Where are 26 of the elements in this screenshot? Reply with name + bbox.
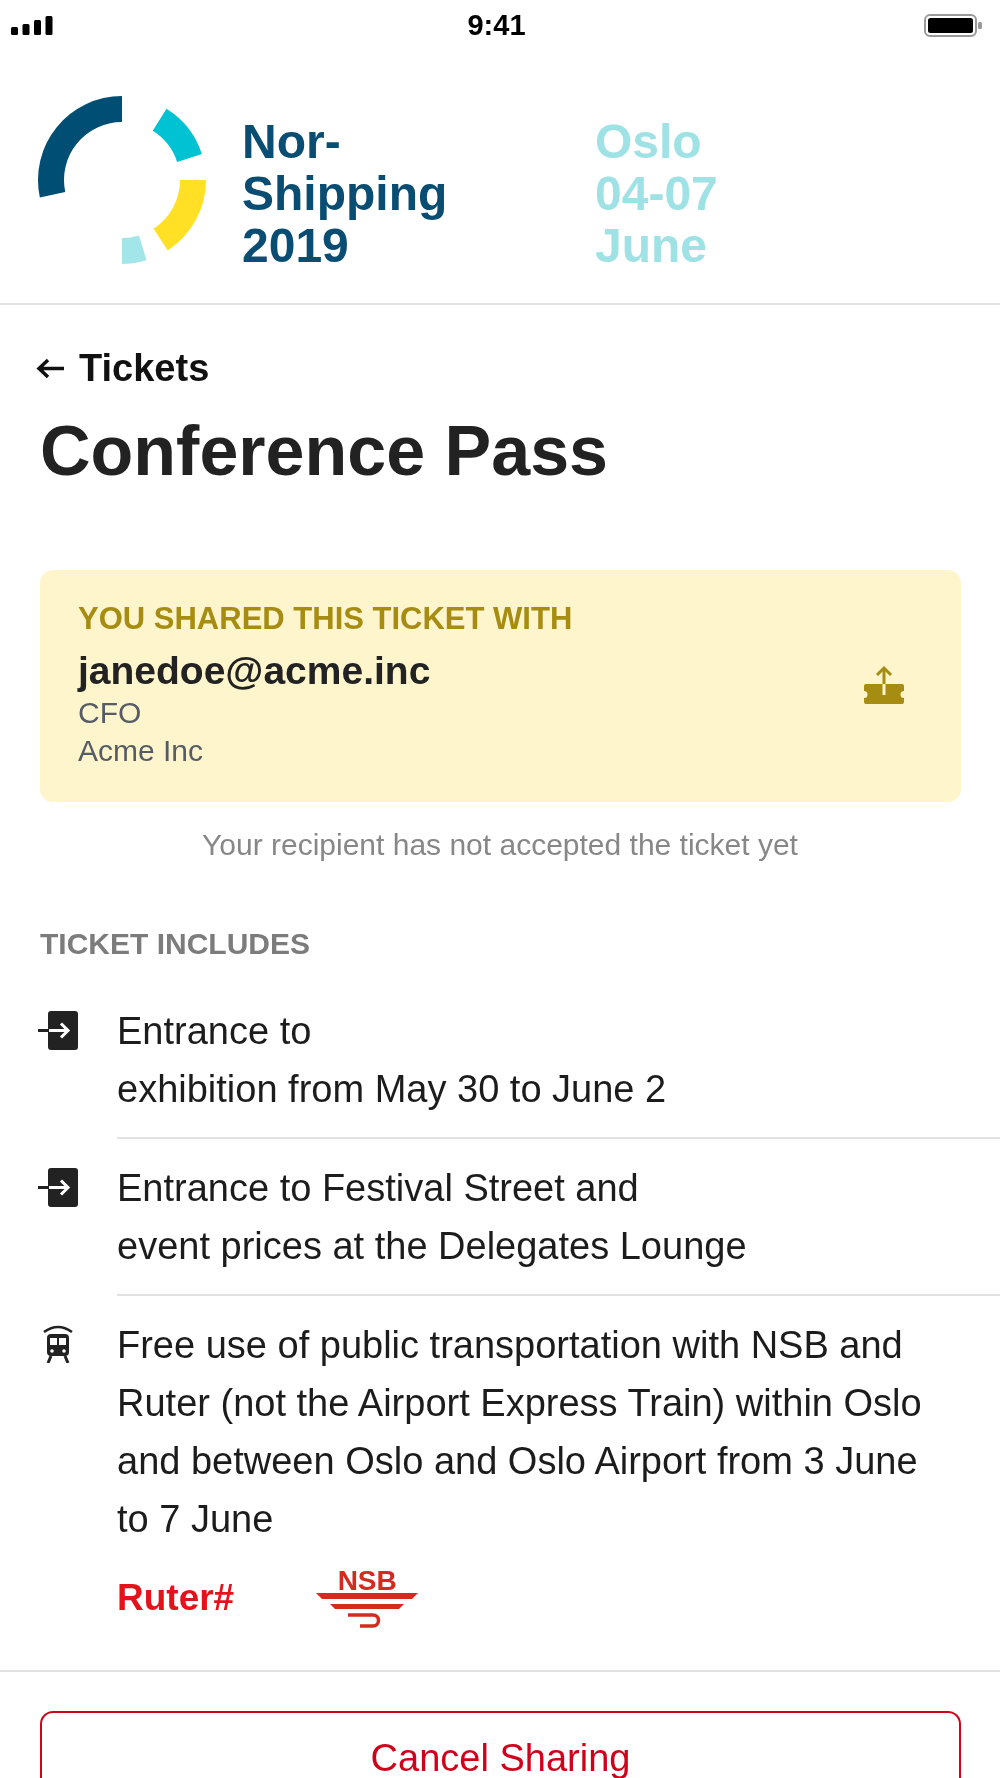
shared-heading: YOU SHARED THIS TICKET WITH	[78, 600, 574, 638]
recipient-role: CFO	[78, 695, 143, 731]
share-icon[interactable]	[864, 665, 904, 705]
page-title: Conference Pass	[40, 411, 610, 492]
arrow-into-box-icon	[38, 1168, 78, 1207]
train-icon	[41, 1323, 75, 1363]
logo-text: NSB	[337, 1568, 397, 1593]
cancel-sharing-button[interactable]: Cancel Sharing	[40, 1711, 961, 1778]
logo-text: Ruter#	[117, 1576, 235, 1620]
striped-emblem-icon	[316, 1592, 419, 1628]
item-text: Entrance to Festival Street and event prices at the Delegates Lounge	[117, 1166, 748, 1269]
event-name: Nor- Shipping 2019	[242, 116, 449, 272]
status-note: Your recipient has not accepted the ticket yet	[201, 827, 799, 863]
arrow-into-box-icon	[38, 1011, 78, 1050]
item-text: Entrance to exhibition from May 30 to June 2	[117, 1009, 668, 1112]
back-arrow-icon	[36, 357, 65, 379]
back-link[interactable]: Tickets	[36, 345, 210, 391]
recipient-company: Acme Inc	[78, 733, 205, 769]
event-dates: Oslo 04-07 June	[595, 116, 719, 272]
item-text: Free use of public transportation with NSB and Ruter (not the Airport Express Train) within Oslo and between Oslo and Oslo Airport from 3 June to 7 June	[117, 1323, 923, 1542]
status-time: 9:41	[467, 8, 526, 42]
ring-logo-icon	[38, 96, 206, 264]
signal-icon	[11, 15, 53, 35]
recipient-email: janedoe@acme.inc	[78, 648, 432, 694]
battery-icon	[924, 13, 982, 37]
section-heading: TICKET INCLUDES	[40, 926, 311, 962]
